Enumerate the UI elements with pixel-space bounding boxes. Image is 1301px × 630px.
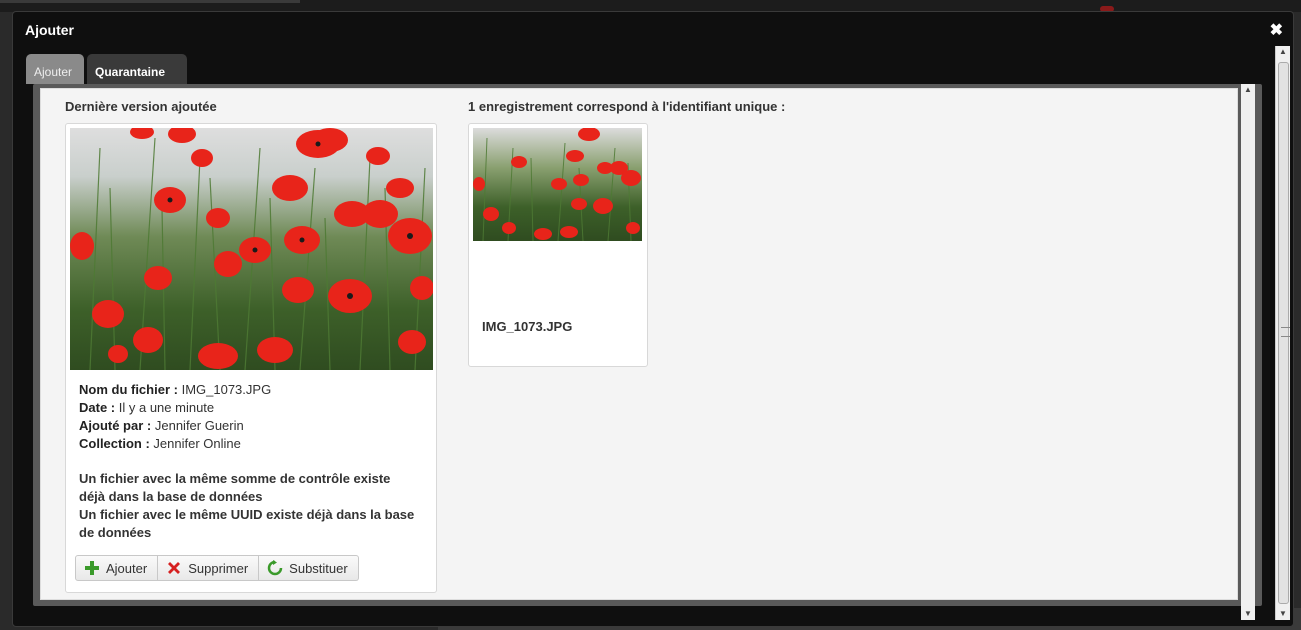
file-metadata: Nom du fichier : IMG_1073.JPG Date : Il … <box>79 381 271 453</box>
warning-checksum: Un fichier avec la même somme de contrôl… <box>79 471 391 504</box>
background-bar <box>0 0 300 3</box>
date-value: Il y a une minute <box>118 400 215 415</box>
scroll-down-icon[interactable]: ▼ <box>1276 608 1290 620</box>
meta-added-by: Ajouté par : Jennifer Guerin <box>79 417 271 435</box>
meta-collection: Collection : Jennifer Online <box>79 435 271 453</box>
poppy-thumbnail-image <box>473 128 641 241</box>
record-card[interactable]: IMG_1073.JPG <box>468 123 648 367</box>
latest-version-title: Dernière version ajoutée <box>65 99 217 114</box>
filename-value: IMG_1073.JPG <box>181 382 272 397</box>
filename-label: Nom du fichier : <box>79 382 178 397</box>
tab-ajouter[interactable]: Ajouter <box>26 54 84 84</box>
plus-icon <box>85 561 99 575</box>
record-filename[interactable]: IMG_1073.JPG <box>482 319 572 334</box>
scroll-up-icon[interactable]: ▲ <box>1241 84 1255 96</box>
collection-label: Collection : <box>79 436 150 451</box>
scrollbar-thumb[interactable] <box>1278 62 1290 604</box>
latest-version-card: Nom du fichier : IMG_1073.JPG Date : Il … <box>65 123 437 593</box>
replace-button-label: Substituer <box>289 560 348 576</box>
date-label: Date : <box>79 400 116 415</box>
scrollbar-grip-icon <box>1281 327 1290 337</box>
delete-button-label: Supprimer <box>188 560 249 576</box>
refresh-icon <box>267 560 283 576</box>
dialog-title: Ajouter <box>25 22 74 38</box>
duplicate-warnings: Un fichier avec la même somme de contrôl… <box>79 470 419 542</box>
panel-scrollbar[interactable]: ▲ ▼ <box>1241 84 1255 620</box>
collection-value: Jennifer Online <box>153 436 241 451</box>
matching-records-title: 1 enregistrement correspond à l'identifi… <box>468 99 786 114</box>
add-dialog: Ajouter ✖ Ajouter Quarantaine Dernière v… <box>12 11 1294 627</box>
record-thumbnail[interactable] <box>473 128 642 241</box>
added-by-value: Jennifer Guerin <box>154 418 244 433</box>
replace-button[interactable]: Substituer <box>259 555 359 581</box>
add-button-label: Ajouter <box>106 560 148 576</box>
added-by-label: Ajouté par : <box>79 418 152 433</box>
add-button[interactable]: Ajouter <box>75 555 159 581</box>
poppy-field-image <box>70 128 433 370</box>
red-x-icon <box>168 562 181 574</box>
action-buttons: Ajouter Supprimer Substituer <box>75 555 359 581</box>
tab-quarantaine[interactable]: Quarantaine <box>87 54 187 84</box>
quarantine-panel: Dernière version ajoutée 1 enregistremen… <box>40 88 1238 600</box>
delete-button[interactable]: Supprimer <box>158 555 260 581</box>
scroll-down-icon[interactable]: ▼ <box>1241 608 1255 620</box>
warning-uuid: Un fichier avec le même UUID existe déjà… <box>79 507 415 540</box>
meta-filename: Nom du fichier : IMG_1073.JPG <box>79 381 271 399</box>
meta-date: Date : Il y a une minute <box>79 399 271 417</box>
dialog-scrollbar[interactable]: ▲ ▼ <box>1275 46 1290 620</box>
scroll-up-icon[interactable]: ▲ <box>1276 46 1290 58</box>
poppy-photo <box>70 128 433 370</box>
close-icon[interactable]: ✖ <box>1270 20 1283 40</box>
